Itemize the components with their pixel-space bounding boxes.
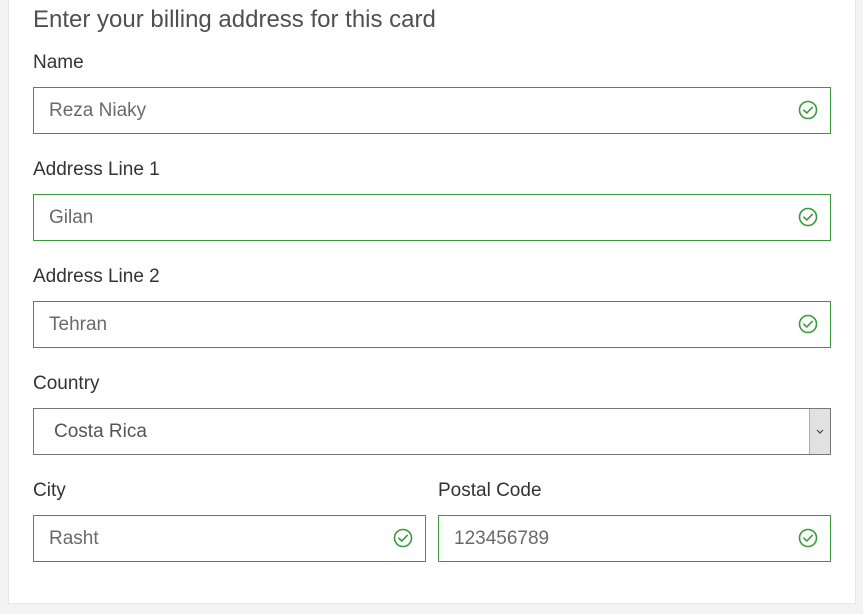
address-line-2-value: Tehran [49,314,108,335]
city-value: Rasht [49,528,99,549]
form-heading: Enter your billing address for this card [33,6,436,33]
name-field[interactable]: Reza Niaky [33,87,831,134]
postal-code-field[interactable]: 123456789 [438,515,831,562]
address-line-1-label: Address Line 1 [33,159,160,180]
check-circle-icon [798,207,818,227]
city-label: City [33,480,66,501]
check-circle-icon [798,314,818,334]
country-dropdown-button[interactable] [809,409,830,454]
postal-code-value: 123456789 [454,528,550,549]
name-field-value: Reza Niaky [49,100,147,121]
check-circle-icon [798,100,818,120]
postal-code-label: Postal Code [438,480,542,501]
check-circle-icon [798,528,818,548]
check-circle-icon [393,528,413,548]
address-line-2-field[interactable]: Tehran [33,301,831,348]
address-line-2-label: Address Line 2 [33,266,160,287]
country-selected-value: Costa Rica [54,421,147,442]
name-label: Name [33,52,84,73]
city-field[interactable]: Rasht [33,515,426,562]
country-label: Country [33,373,100,394]
country-select[interactable]: Costa Rica [33,408,831,455]
address-line-1-field[interactable]: Gilan [33,194,831,241]
address-line-1-value: Gilan [49,207,94,228]
chevron-down-icon [816,429,824,434]
